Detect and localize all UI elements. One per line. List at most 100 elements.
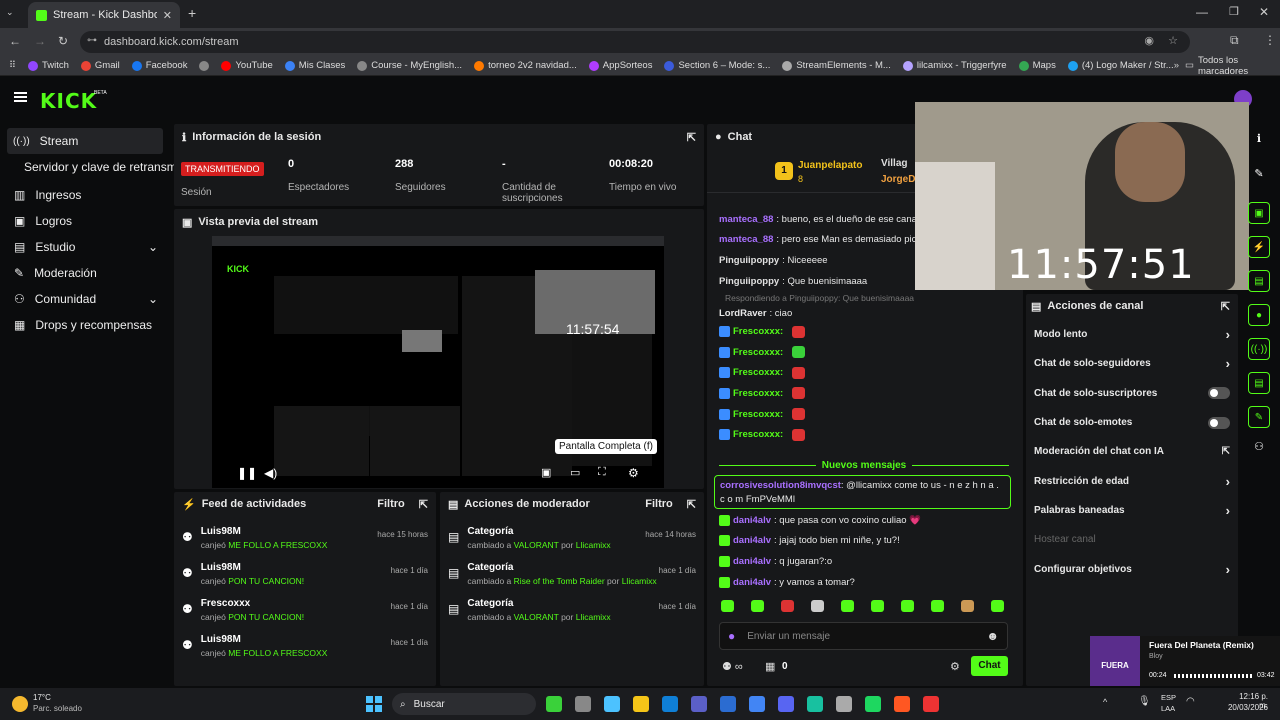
- maximize-button[interactable]: ❐: [1229, 5, 1239, 18]
- feed-item[interactable]: ⚉ Luis98M canjeó ME FOLLO A FRESCOXX hace 1…: [174, 526, 436, 562]
- windows-start-icon[interactable]: [366, 696, 382, 712]
- chat-username[interactable]: Frescoxxx:: [733, 429, 783, 440]
- taskbar-search[interactable]: ⌕ Buscar: [392, 693, 536, 715]
- sidebar-item-server[interactable]: Servidor y clave de retransmi: [0, 154, 179, 180]
- taskbar-app-icon[interactable]: [865, 696, 881, 712]
- minimize-button[interactable]: —: [1196, 5, 1208, 19]
- emote-icon[interactable]: [871, 600, 884, 612]
- feed-filter-button[interactable]: Filtro: [377, 498, 405, 510]
- reload-icon[interactable]: ↻: [58, 34, 68, 48]
- chat-username[interactable]: dani4alv: [733, 515, 771, 526]
- chat-username[interactable]: manteca_88: [719, 214, 773, 225]
- bookmark-item[interactable]: Gmail: [80, 60, 120, 71]
- chat-username[interactable]: dani4alv: [733, 577, 771, 588]
- taskbar-app-icon[interactable]: [575, 696, 591, 712]
- emote-icon[interactable]: [991, 600, 1004, 612]
- tab-search-icon[interactable]: ⌄: [6, 7, 20, 21]
- sidebar-item-ingresos[interactable]: ▥ Ingresos: [0, 182, 170, 208]
- site-info-icon[interactable]: ⊶: [87, 35, 97, 46]
- bolt-rail-icon[interactable]: ⚡: [1248, 236, 1270, 258]
- chat-rail-icon[interactable]: ●: [1248, 304, 1270, 326]
- mod-item[interactable]: ▤ Categoría cambiado a Rise of the Tomb Ra…: [440, 562, 704, 598]
- taskbar-app-icon[interactable]: [546, 696, 562, 712]
- eye-off-icon[interactable]: ◉: [1144, 34, 1154, 47]
- feed-item[interactable]: ⚉ Luis98M canjeó ME FOLLO A FRESCOXX hace 1…: [174, 634, 436, 670]
- popout-icon[interactable]: ⇱: [687, 498, 696, 511]
- gift-icon[interactable]: ▦: [765, 660, 775, 673]
- sidebar-item-comunidad[interactable]: ⚇ Comunidad ⌄: [0, 286, 170, 312]
- close-tab-icon[interactable]: ✕: [163, 9, 172, 22]
- emote-icon[interactable]: [961, 600, 974, 612]
- taskbar-app-icon[interactable]: [778, 696, 794, 712]
- theater-icon[interactable]: ▭: [570, 466, 580, 479]
- channel-action[interactable]: Modo lento ›: [1026, 320, 1238, 349]
- toggle-switch[interactable]: [1208, 416, 1230, 429]
- browser-tab[interactable]: Stream - Kick Dashboard ✕: [28, 2, 180, 28]
- taskbar-app-icon[interactable]: [662, 696, 678, 712]
- popout-icon[interactable]: ⇱: [419, 498, 428, 511]
- channel-action[interactable]: Chat de solo-seguidores ›: [1026, 349, 1238, 378]
- sidebar-item-estudio[interactable]: ▤ Estudio ⌄: [0, 234, 170, 260]
- emote-icon[interactable]: [901, 600, 914, 612]
- chat-username[interactable]: dani4alv: [733, 556, 771, 567]
- tray-chevron-icon[interactable]: ^: [1103, 697, 1107, 707]
- lang-code[interactable]: ESP: [1161, 693, 1176, 702]
- microphone-icon[interactable]: ●: [728, 629, 735, 643]
- bookmark-item[interactable]: YouTube: [221, 60, 273, 71]
- sidebar-item-moderacion[interactable]: ✎ Moderación: [0, 260, 170, 286]
- new-messages-divider[interactable]: Nuevos mensajes: [719, 458, 1009, 472]
- new-tab-button[interactable]: +: [188, 5, 196, 21]
- chat-username[interactable]: Frescoxxx:: [733, 388, 783, 399]
- taskbar-app-icon[interactable]: [749, 696, 765, 712]
- taskbar-app-icon[interactable]: [836, 696, 852, 712]
- bookmark-item[interactable]: Section 6 – Mode: s...: [664, 60, 770, 71]
- channel-action[interactable]: Configurar objetivos ›: [1026, 554, 1238, 583]
- chat-username[interactable]: Frescoxxx:: [733, 409, 783, 420]
- emoji-icon[interactable]: ☻: [986, 629, 999, 643]
- toggle-switch[interactable]: [1208, 387, 1230, 400]
- chat-username[interactable]: Frescoxxx:: [733, 367, 783, 378]
- bookmark-item[interactable]: Maps: [1018, 60, 1056, 71]
- pip-icon[interactable]: ▣: [541, 466, 551, 479]
- community-rail-icon[interactable]: ⚇: [1242, 440, 1276, 453]
- channel-action[interactable]: Chat de solo-suscriptores: [1026, 379, 1238, 408]
- wrench-rail-icon[interactable]: ✎: [1248, 406, 1270, 428]
- mod-filter-button[interactable]: Filtro: [645, 498, 673, 510]
- more-bookmarks-icon[interactable]: »: [1174, 60, 1179, 71]
- top-gifter-2[interactable]: Villag: [881, 158, 908, 169]
- taskbar-app-icon[interactable]: [923, 696, 939, 712]
- channel-action[interactable]: Chat de solo-emotes: [1026, 408, 1238, 437]
- extensions-icon[interactable]: ⧉: [1230, 33, 1239, 48]
- emote-icon[interactable]: [811, 600, 824, 612]
- taskbar-app-icon[interactable]: [720, 696, 736, 712]
- top-gifter-user[interactable]: Juanpelapato: [798, 160, 862, 171]
- channel-points-icon[interactable]: ⚉ ∞: [722, 660, 743, 673]
- clock-date[interactable]: 20/03/2026: [1220, 703, 1268, 712]
- pause-icon[interactable]: ❚❚: [237, 466, 257, 480]
- chat-username[interactable]: dani4alv: [733, 535, 771, 546]
- emote-icon[interactable]: [931, 600, 944, 612]
- feed-item[interactable]: ⚉ Luis98M canjeó PON TU CANCION! hace 1 día: [174, 562, 436, 598]
- emote-icon[interactable]: [781, 600, 794, 612]
- clipboard-rail-icon[interactable]: ▤: [1248, 270, 1270, 292]
- channel-action[interactable]: Moderación del chat con IA ⇱: [1026, 437, 1238, 466]
- sidebar-item-stream[interactable]: ((·)) Stream: [7, 128, 163, 154]
- channel-action[interactable]: Palabras baneadas ›: [1026, 496, 1238, 525]
- taskbar-app-icon[interactable]: [691, 696, 707, 712]
- chat-input[interactable]: ● Enviar un mensaje ☻: [719, 622, 1008, 650]
- chat-username[interactable]: corrosivesolution8imvqcst: [720, 480, 841, 491]
- menu-icon[interactable]: [14, 92, 27, 102]
- taskbar-app-icon[interactable]: [807, 696, 823, 712]
- fullscreen-icon[interactable]: ⛶: [598, 466, 606, 479]
- bookmark-item[interactable]: Course - MyEnglish...: [357, 60, 462, 71]
- bookmark-item[interactable]: Twitch: [27, 60, 69, 71]
- taskbar-app-icon[interactable]: [894, 696, 910, 712]
- star-icon[interactable]: ☆: [1168, 34, 1178, 47]
- bookmark-item[interactable]: [199, 60, 210, 71]
- volume-icon[interactable]: ◀): [264, 466, 277, 480]
- taskbar-app-icon[interactable]: [633, 696, 649, 712]
- chat-username[interactable]: Frescoxxx:: [733, 347, 783, 358]
- emote-icon[interactable]: [721, 600, 734, 612]
- all-bookmarks[interactable]: ▭ Todos los marcadores: [1185, 55, 1270, 77]
- emote-icon[interactable]: [841, 600, 854, 612]
